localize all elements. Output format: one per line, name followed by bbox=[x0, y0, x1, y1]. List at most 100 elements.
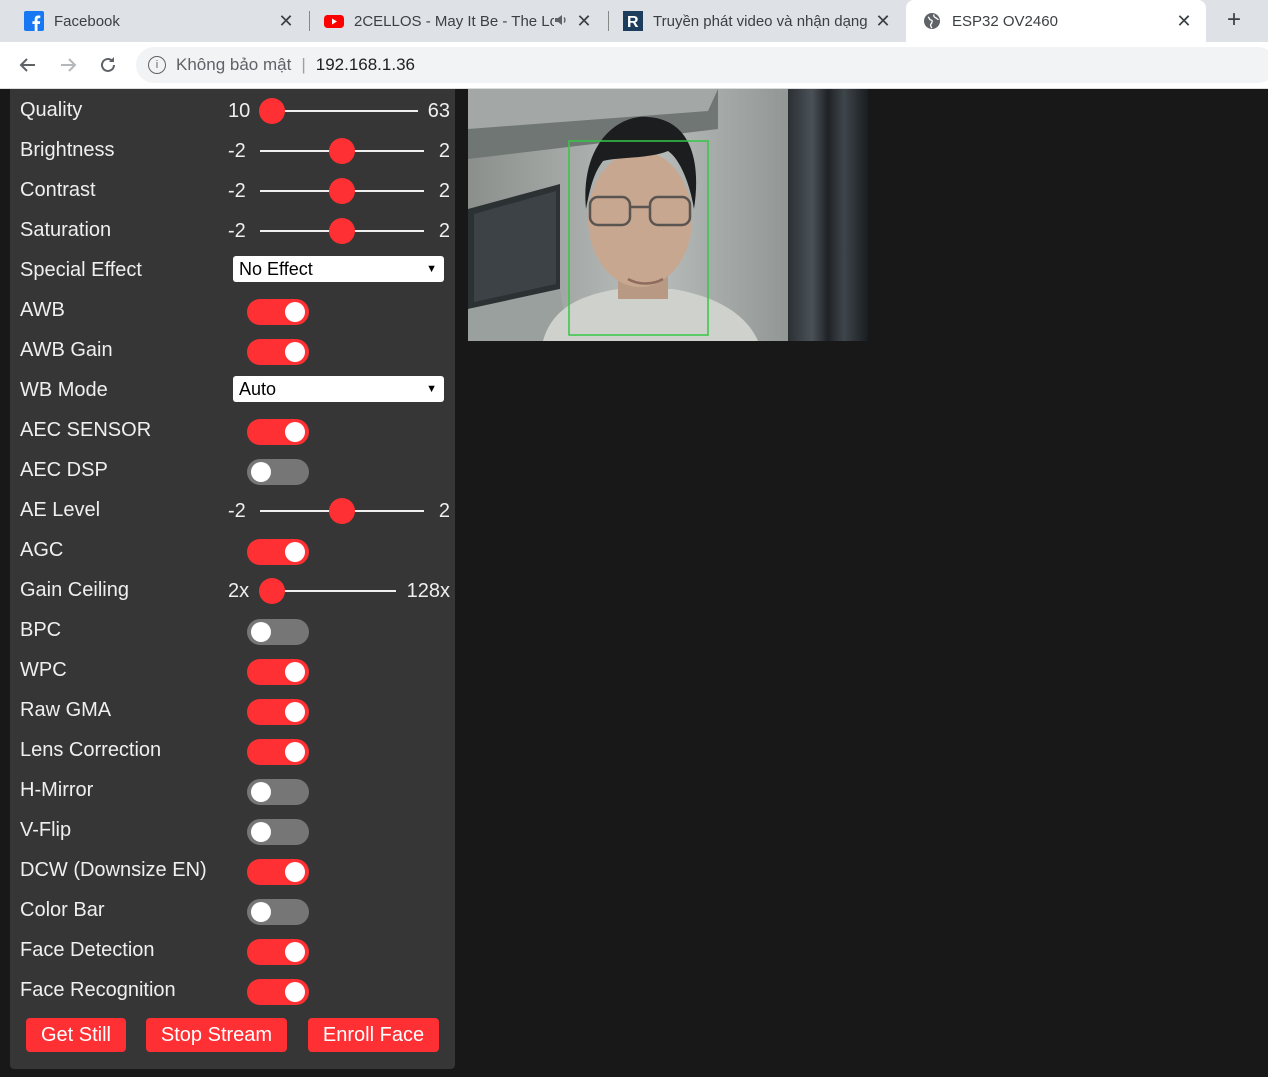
back-arrow-icon[interactable] bbox=[14, 51, 42, 79]
reload-icon[interactable] bbox=[94, 51, 122, 79]
raw-gma-toggle[interactable] bbox=[247, 699, 309, 725]
url-text[interactable]: 192.168.1.36 bbox=[316, 55, 415, 75]
address-bar[interactable]: i Không bảo mật | 192.168.1.36 bbox=[136, 47, 1268, 83]
close-tab-icon[interactable]: ✕ bbox=[572, 11, 596, 32]
browser-toolbar: i Không bảo mật | 192.168.1.36 bbox=[0, 42, 1268, 89]
close-tab-icon[interactable]: ✕ bbox=[274, 11, 298, 32]
control-row-aec-dsp: AEC DSP bbox=[20, 451, 450, 491]
slider-thumb[interactable] bbox=[259, 98, 285, 124]
wpc-toggle[interactable] bbox=[247, 659, 309, 685]
awb-gain-toggle[interactable] bbox=[247, 339, 309, 365]
control-label: Gain Ceiling bbox=[20, 579, 129, 601]
slider-thumb[interactable] bbox=[259, 578, 285, 604]
h-mirror-toggle[interactable] bbox=[247, 779, 309, 805]
info-icon[interactable]: i bbox=[148, 56, 166, 74]
slider-thumb[interactable] bbox=[329, 498, 355, 524]
tab-truyen-phat[interactable]: R Truyền phát video và nhận dạng khuôn m… bbox=[609, 0, 905, 42]
control-label: Contrast bbox=[20, 179, 96, 201]
contrast-slider[interactable]: -2 2 bbox=[228, 171, 450, 211]
new-tab-button[interactable]: + bbox=[1220, 6, 1248, 34]
control-row-lens-correction: Lens Correction bbox=[20, 731, 450, 771]
tab-youtube[interactable]: 2CELLOS - May It Be - The Lord of the Ri… bbox=[310, 0, 606, 42]
close-tab-icon[interactable]: ✕ bbox=[871, 11, 895, 32]
control-label: V-Flip bbox=[20, 819, 72, 841]
slider-max-label: 128x bbox=[406, 580, 450, 602]
slider-thumb[interactable] bbox=[329, 218, 355, 244]
control-row-agc: AGC bbox=[20, 531, 450, 571]
control-row-ae-level: AE Level -2 2 bbox=[20, 491, 450, 531]
awb-toggle[interactable] bbox=[247, 299, 309, 325]
bpc-toggle[interactable] bbox=[247, 619, 309, 645]
control-label: Lens Correction bbox=[20, 739, 162, 761]
control-label: AWB Gain bbox=[20, 339, 113, 361]
lens-correction-toggle[interactable] bbox=[247, 739, 309, 765]
toggle-knob bbox=[285, 302, 305, 322]
control-row-color-bar: Color Bar bbox=[20, 891, 450, 931]
control-row-dcw-downsize-en: DCW (Downsize EN) bbox=[20, 851, 450, 891]
control-label: AEC DSP bbox=[20, 459, 108, 481]
brightness-slider[interactable]: -2 2 bbox=[228, 131, 450, 171]
select-value: Auto bbox=[239, 379, 277, 399]
aec-sensor-toggle[interactable] bbox=[247, 419, 309, 445]
face-recognition-toggle[interactable] bbox=[247, 979, 309, 1005]
tab-facebook[interactable]: Facebook ✕ bbox=[0, 0, 308, 42]
slider-min-label: -2 bbox=[228, 180, 246, 202]
face-detection-toggle[interactable] bbox=[247, 939, 309, 965]
slider-max-label: 63 bbox=[427, 100, 450, 122]
toggle-knob bbox=[285, 942, 305, 962]
special-effect-select[interactable]: No Effect ▼ bbox=[233, 256, 444, 282]
control-label: Color Bar bbox=[20, 899, 105, 921]
control-row-contrast: Contrast -2 2 bbox=[20, 171, 450, 211]
control-label: WPC bbox=[20, 659, 67, 681]
control-row-bpc: BPC bbox=[20, 611, 450, 651]
slider-thumb[interactable] bbox=[329, 178, 355, 204]
svg-text:R: R bbox=[627, 14, 639, 31]
forward-arrow-icon[interactable] bbox=[54, 51, 82, 79]
control-row-face-detection: Face Detection bbox=[20, 931, 450, 971]
control-label: Saturation bbox=[20, 219, 112, 241]
close-tab-icon[interactable]: ✕ bbox=[1172, 11, 1196, 32]
slider-min-label: -2 bbox=[228, 500, 246, 522]
aec-dsp-toggle[interactable] bbox=[247, 459, 309, 485]
get-still-button[interactable]: Get Still bbox=[26, 1018, 126, 1052]
color-bar-toggle[interactable] bbox=[247, 899, 309, 925]
wb-mode-select[interactable]: Auto ▼ bbox=[233, 376, 444, 402]
dcw-downsize-en-toggle[interactable] bbox=[247, 859, 309, 885]
globe-icon bbox=[922, 11, 942, 31]
slider-min-label: 10 bbox=[228, 100, 251, 122]
v-flip-toggle[interactable] bbox=[247, 819, 309, 845]
toggle-knob bbox=[285, 662, 305, 682]
ae-level-slider[interactable]: -2 2 bbox=[228, 491, 450, 531]
browser-tab-strip: Facebook ✕ 2CELLOS - May It Be - The Lor… bbox=[0, 0, 1268, 42]
control-label: Quality bbox=[20, 99, 83, 121]
enroll-face-button[interactable]: Enroll Face bbox=[308, 1018, 439, 1052]
tab-esp32[interactable]: ESP32 OV2460 ✕ bbox=[906, 0, 1206, 42]
toggle-knob bbox=[285, 422, 305, 442]
control-label: AE Level bbox=[20, 499, 101, 521]
control-label: Face Detection bbox=[20, 939, 155, 961]
toggle-knob bbox=[285, 542, 305, 562]
slider-min-label: -2 bbox=[228, 220, 246, 242]
control-row-saturation: Saturation -2 2 bbox=[20, 211, 450, 251]
stop-stream-button[interactable]: Stop Stream bbox=[146, 1018, 287, 1052]
gain-ceiling-slider[interactable]: 2x 128x bbox=[228, 571, 450, 611]
saturation-slider[interactable]: -2 2 bbox=[228, 211, 450, 251]
chevron-down-icon: ▼ bbox=[426, 263, 437, 275]
camera-settings-panel: Quality 10 63 Brightness -2 2 Contrast -2 2 Satur… bbox=[10, 89, 455, 1069]
agc-toggle[interactable] bbox=[247, 539, 309, 565]
control-label: Face Recognition bbox=[20, 979, 176, 1001]
slider-thumb[interactable] bbox=[329, 138, 355, 164]
tab-title: Truyền phát video và nhận dạng khuôn mặt bbox=[653, 12, 871, 30]
control-label: H-Mirror bbox=[20, 779, 94, 801]
toggle-knob bbox=[285, 342, 305, 362]
toggle-knob bbox=[251, 822, 271, 842]
audio-playing-icon[interactable] bbox=[554, 13, 572, 30]
control-label: BPC bbox=[20, 619, 62, 641]
security-status[interactable]: Không bảo mật bbox=[176, 55, 291, 75]
quality-slider[interactable]: 10 63 bbox=[228, 91, 450, 131]
toggle-knob bbox=[285, 742, 305, 762]
tab-title: Facebook bbox=[54, 12, 120, 30]
control-row-aec-sensor: AEC SENSOR bbox=[20, 411, 450, 451]
control-label: DCW (Downsize EN) bbox=[20, 859, 207, 881]
select-value: No Effect bbox=[239, 259, 313, 279]
